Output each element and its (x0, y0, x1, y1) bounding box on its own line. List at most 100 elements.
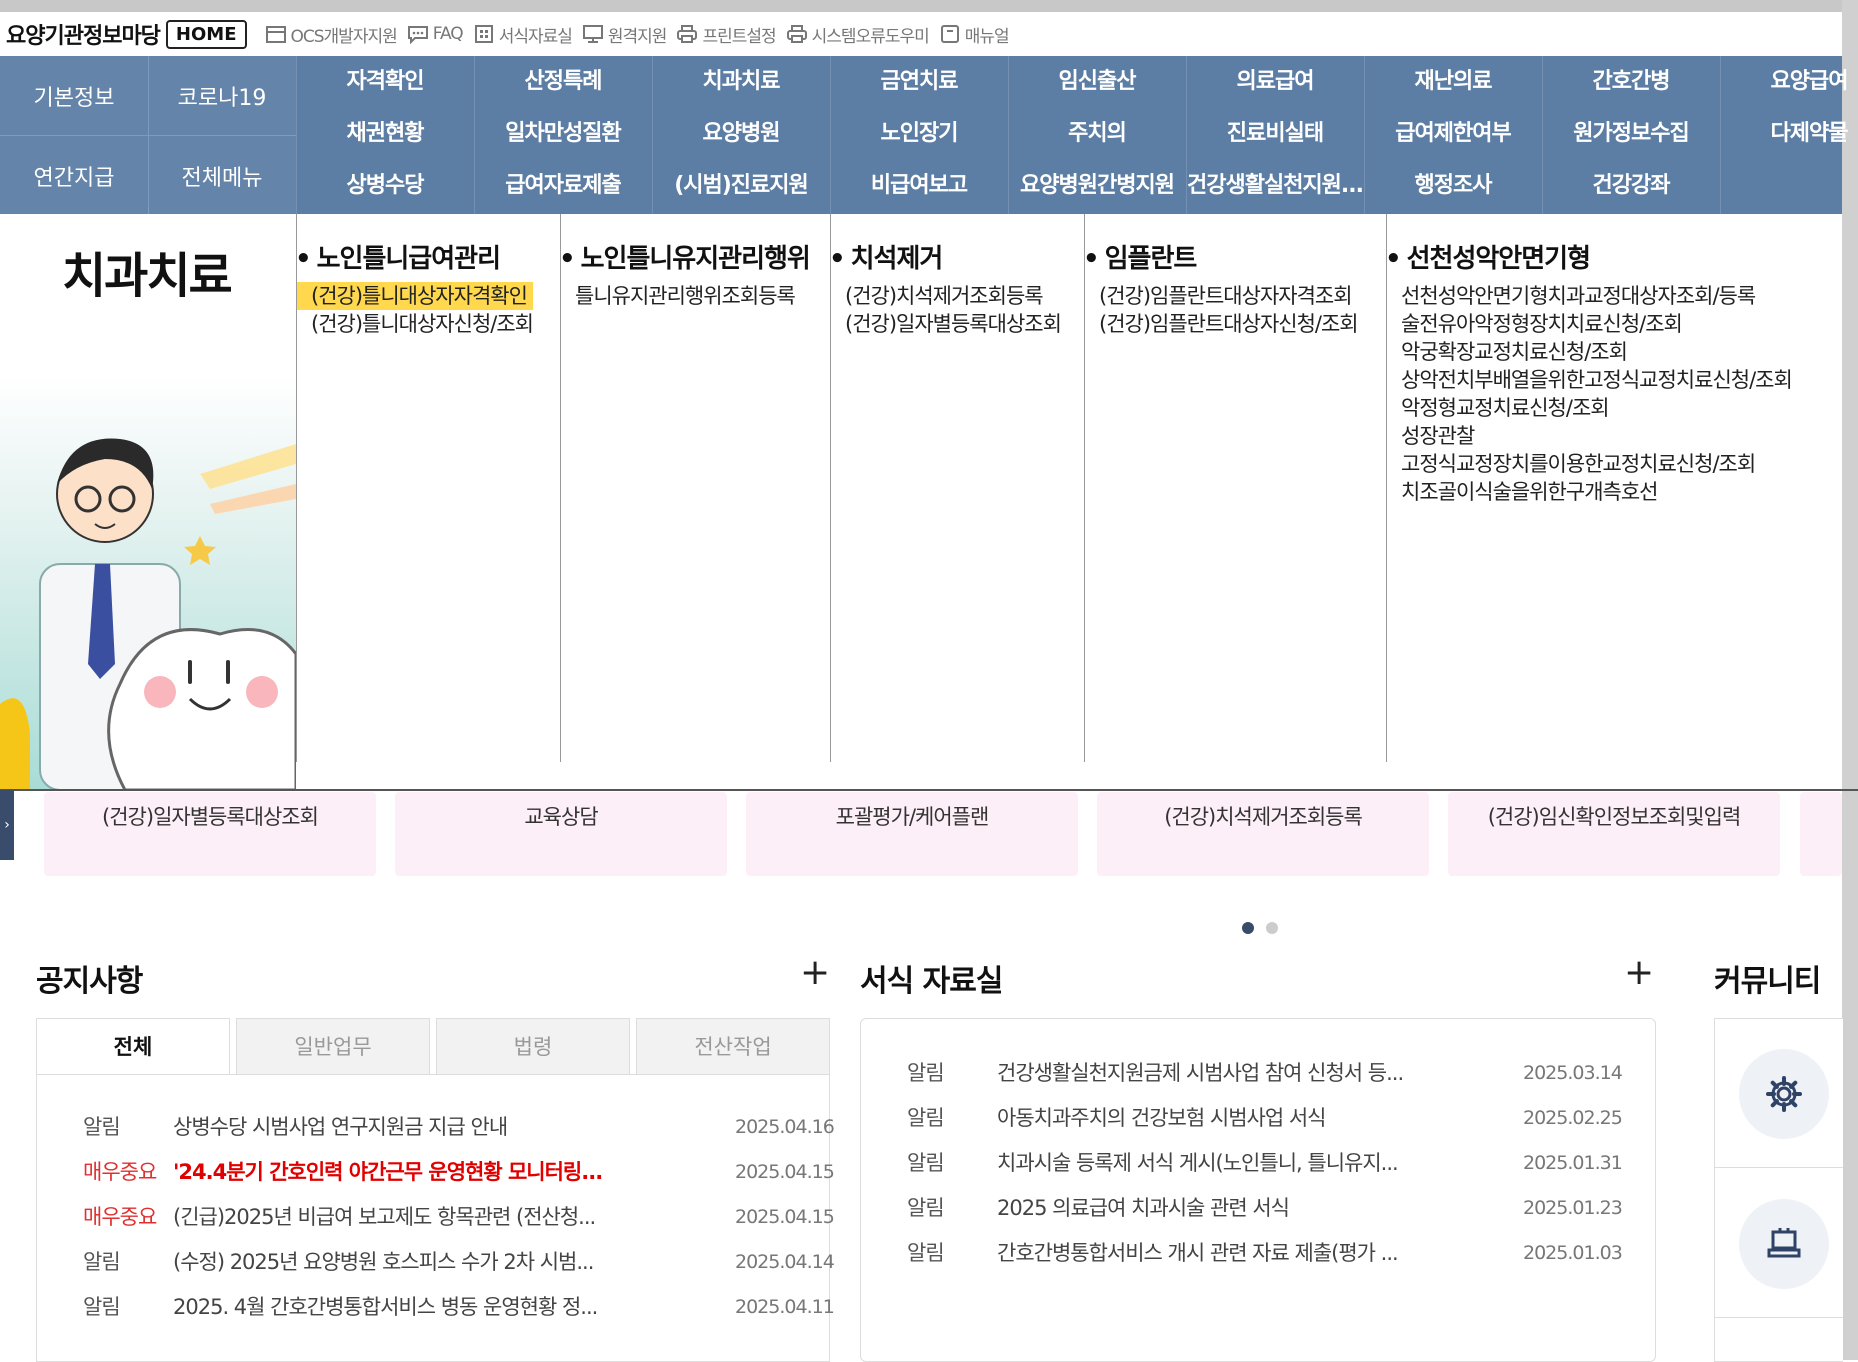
util-forms-link[interactable]: 서식자료실 (473, 22, 573, 47)
mega-menu-heading[interactable]: 선천성악안면기형 (1385, 238, 1591, 275)
mega-menu-link[interactable]: 성장관찰 (1387, 422, 1792, 450)
util-ocs-link[interactable]: OCS개발자지원 (265, 22, 398, 47)
nav-item[interactable]: 일차만성질환 (474, 108, 652, 160)
nav-item[interactable]: 산정특례 (474, 56, 652, 108)
form-title-link[interactable]: 아동치과주치의 건강보험 시범사업 서식 (997, 1098, 1427, 1138)
notice-row[interactable]: 매우중요 (긴급)2025년 비급여 보고제도 항목관련 (전산청... 2025.… (83, 1197, 835, 1237)
carousel-dot-active[interactable] (1242, 922, 1254, 934)
mega-menu-link[interactable]: 치조골이식술을위한구개측호선 (1387, 478, 1792, 506)
mega-menu-link[interactable]: 선천성악안면기형치과교정대상자조회/등록 (1387, 282, 1792, 310)
nav-item[interactable]: 요양병원 (652, 108, 830, 160)
notice-title-link[interactable]: (긴급)2025년 비급여 보고제도 항목관련 (전산청... (173, 1197, 613, 1237)
tab-general[interactable]: 일반업무 (236, 1018, 430, 1075)
nav-item[interactable]: 상병수당 (296, 160, 474, 212)
nav-side-basic-info[interactable]: 기본정보 (0, 80, 148, 112)
notice-more-button[interactable]: + (800, 952, 830, 993)
nav-item[interactable]: 의료급여 (1186, 56, 1364, 108)
notice-title-link[interactable]: 상병수당 시범사업 연구지원금 지급 안내 (173, 1107, 613, 1147)
mega-menu-heading[interactable]: 노인틀니유지관리행위 (559, 238, 811, 275)
form-title-link[interactable]: 치과시술 등록제 서식 게시(노인틀니, 틀니유지... (997, 1143, 1427, 1183)
quick-link-card-partial[interactable] (1800, 792, 1842, 876)
mega-menu-link[interactable]: 술전유아악정형장치치료신청/조회 (1387, 310, 1792, 338)
forms-more-button[interactable]: + (1624, 952, 1654, 993)
nav-item[interactable]: 자격확인 (296, 56, 474, 108)
mega-menu-heading[interactable]: 노인틀니급여관리 (295, 238, 501, 275)
mega-menu-link[interactable]: 고정식교정장치를이용한교정치료신청/조회 (1387, 450, 1792, 478)
util-faq-link[interactable]: FAQ (407, 24, 464, 44)
form-row[interactable]: 알림 아동치과주치의 건강보험 시범사업 서식 2025.02.25 (907, 1098, 1627, 1138)
mega-menu-link[interactable]: (건강)임플란트대상자신청/조회 (1085, 310, 1359, 338)
form-row[interactable]: 알림 2025 의료급여 치과시술 관련 서식 2025.01.23 (907, 1188, 1627, 1228)
notice-row[interactable]: 알림 2025. 4월 간호간병통합서비스 병동 운영현황 정... 2025.04… (83, 1287, 835, 1327)
form-row[interactable]: 알림 치과시술 등록제 서식 게시(노인틀니, 틀니유지... 2025.01.31 (907, 1143, 1627, 1183)
form-row[interactable]: 알림 건강생활실천지원금제 시범사업 참여 신청서 등... 2025.03.14 (907, 1053, 1627, 1093)
form-title-link[interactable]: 2025 의료급여 치과시술 관련 서식 (997, 1188, 1427, 1228)
nav-item[interactable]: (시범)진료지원 (652, 160, 830, 212)
nav-item[interactable]: 원가정보수집 (1542, 108, 1720, 160)
home-button[interactable]: HOME (165, 19, 247, 49)
tab-law[interactable]: 법령 (436, 1018, 630, 1075)
mega-menu-link[interactable]: (건강)틀니대상자자격확인 (297, 282, 533, 310)
nav-item[interactable]: 치과치료 (652, 56, 830, 108)
nav-side-annual-payment[interactable]: 연간지급 (0, 160, 148, 192)
community-title: 커뮤니티 (1714, 964, 1821, 999)
quick-link-card[interactable]: 교육상담 (395, 792, 727, 876)
mega-menu-link[interactable]: (건강)임플란트대상자자격조회 (1085, 282, 1358, 310)
mega-menu-heading[interactable]: 임플란트 (1083, 238, 1198, 275)
mega-menu-link[interactable]: (건강)치석제거조회등록 (831, 282, 1061, 310)
form-row[interactable]: 알림 간호간병통합서비스 개시 관련 자료 제출(평가 ... 2025.01.03 (907, 1233, 1627, 1273)
nav-item[interactable]: 건강강좌 (1542, 160, 1720, 212)
notice-title-link[interactable]: (수정) 2025년 요양병원 호스피스 수가 2차 시범... (173, 1242, 613, 1282)
nav-item[interactable]: 건강생활실천지원... (1186, 160, 1364, 212)
notice-row[interactable]: 알림 (수정) 2025년 요양병원 호스피스 수가 2차 시범... 2025.0… (83, 1242, 835, 1282)
nav-item[interactable]: 금연치료 (830, 56, 1008, 108)
laptop-icon[interactable] (1739, 1199, 1829, 1289)
site-title[interactable]: 요양기관정보마당 (6, 18, 161, 50)
form-title-link[interactable]: 간호간병통합서비스 개시 관련 자료 제출(평가 ... (997, 1233, 1427, 1273)
nav-item[interactable]: 노인장기 (830, 108, 1008, 160)
notice-category: 알림 (83, 1115, 121, 1139)
nav-grid: 자격확인 산정특례 치과치료 금연치료 임신출산 의료급여 재난의료 간호간병 요양급여 채권현황… (296, 56, 1848, 214)
nav-item[interactable]: 다제약물 (1720, 108, 1858, 160)
quick-link-card[interactable]: (건강)임신확인정보조회및입력 (1448, 792, 1780, 876)
mega-menu-link[interactable]: (건강)틀니대상자신청/조회 (297, 310, 534, 338)
mega-menu-link[interactable]: 악정형교정치료신청/조회 (1387, 394, 1792, 422)
util-print-link[interactable]: 프린트설정 (676, 22, 777, 47)
nav-item[interactable]: 임신출산 (1008, 56, 1186, 108)
nav-side-covid19[interactable]: 코로나19 (148, 80, 296, 112)
nav-item[interactable]: 채권현황 (296, 108, 474, 160)
nav-item[interactable]: 급여자료제출 (474, 160, 652, 212)
notice-row[interactable]: 알림 상병수당 시범사업 연구지원금 지급 안내 2025.04.16 (83, 1107, 835, 1147)
nav-item[interactable]: 진료비실태 (1186, 108, 1364, 160)
nav-item[interactable]: 비급여보고 (830, 160, 1008, 212)
util-manual-link[interactable]: 매뉴얼 (939, 22, 1010, 47)
form-title-link[interactable]: 건강생활실천지원금제 시범사업 참여 신청서 등... (997, 1053, 1427, 1093)
mega-menu-link[interactable]: 상악전치부배열을위한고정식교정치료신청/조회 (1387, 366, 1793, 394)
nav-item[interactable]: 요양급여 (1720, 56, 1858, 108)
mega-menu-heading[interactable]: 치석제거 (829, 238, 944, 275)
tab-it-work[interactable]: 전산작업 (636, 1018, 830, 1075)
carousel-dot[interactable] (1266, 922, 1278, 934)
mega-menu-link[interactable]: 틀니유지관리행위조회등록 (561, 282, 796, 310)
tab-all[interactable]: 전체 (36, 1018, 230, 1075)
nav-item[interactable]: 재난의료 (1364, 56, 1542, 108)
nav-item[interactable]: 주치의 (1008, 108, 1186, 160)
util-error-help-link[interactable]: 시스템오류도우미 (786, 22, 930, 47)
nav-side-all-menu[interactable]: 전체메뉴 (148, 160, 296, 192)
nav-item[interactable]: 급여제한여부 (1364, 108, 1542, 160)
nav-item[interactable]: 요양병원간병지원 (1008, 160, 1186, 212)
notice-row[interactable]: 매우중요 '24.4분기 간호인력 야간근무 운영현황 모니터링... 2025.0… (83, 1152, 835, 1192)
nav-item[interactable]: 행정조사 (1364, 160, 1542, 212)
notice-title-link[interactable]: 2025. 4월 간호간병통합서비스 병동 운영현황 정... (173, 1287, 613, 1327)
notice-date: 2025.04.16 (735, 1116, 835, 1138)
quick-link-card[interactable]: (건강)일자별등록대상조회 (44, 792, 376, 876)
quick-link-card[interactable]: 포괄평가/케어플랜 (746, 792, 1078, 876)
nav-item[interactable]: 간호간병 (1542, 56, 1720, 108)
notice-title-link[interactable]: '24.4분기 간호인력 야간근무 운영현황 모니터링... (173, 1152, 613, 1192)
util-remote-link[interactable]: 원격지원 (582, 22, 667, 47)
mega-menu-link[interactable]: (건강)일자별등록대상조회 (831, 310, 1062, 338)
chevron-right-icon[interactable]: › (0, 790, 14, 860)
quick-link-card[interactable]: (건강)치석제거조회등록 (1097, 792, 1429, 876)
mega-menu-link[interactable]: 악궁확장교정치료신청/조회 (1387, 338, 1792, 366)
gear-icon[interactable] (1739, 1049, 1829, 1139)
